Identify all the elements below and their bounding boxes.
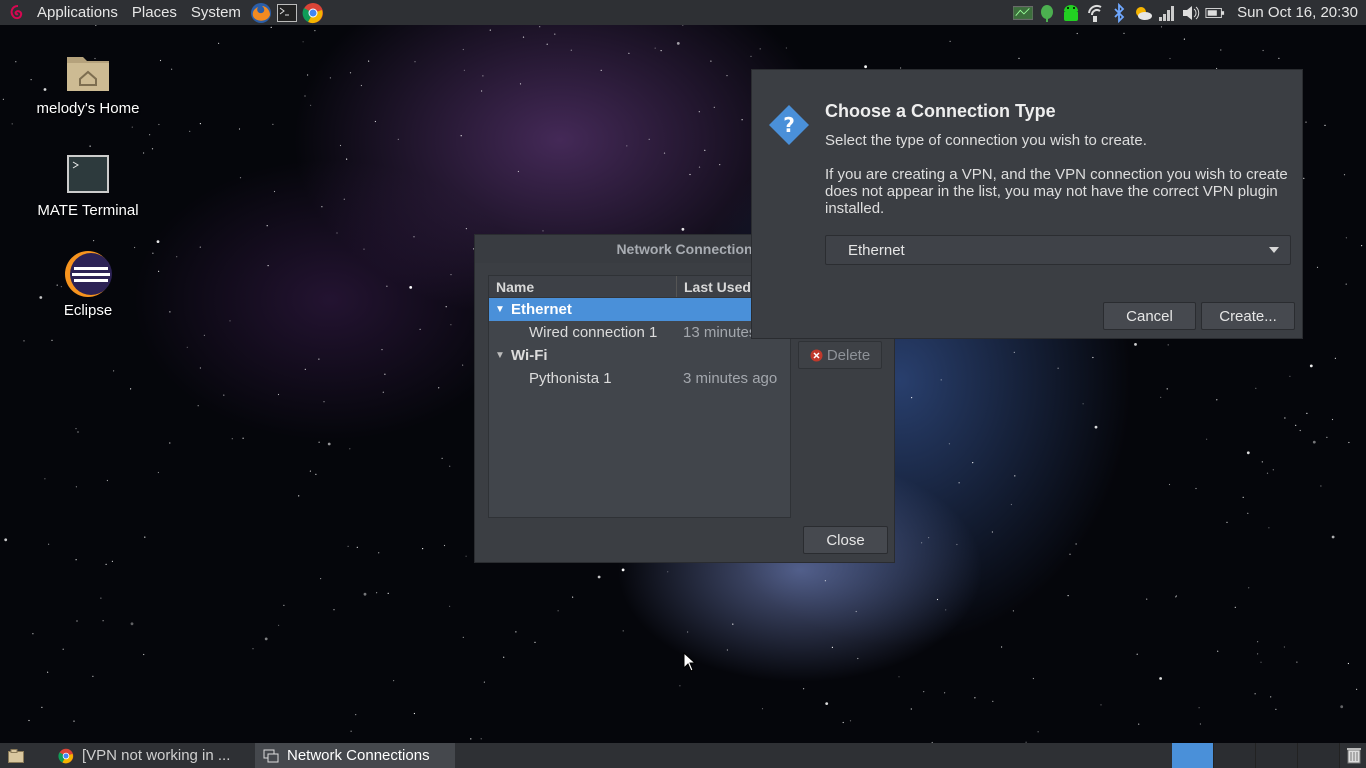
firefox-icon[interactable] bbox=[250, 2, 272, 24]
svg-text:?: ? bbox=[783, 113, 795, 137]
desktop-icon-home-label: melody's Home bbox=[36, 100, 140, 117]
desktop-icon-eclipse-label: Eclipse bbox=[63, 302, 113, 319]
group-label: Ethernet bbox=[511, 301, 572, 318]
dialog-line-1: Select the type of connection you wish t… bbox=[825, 132, 1147, 149]
connection-row[interactable]: Wired connection 1 13 minutes bbox=[489, 321, 790, 344]
bluetooth-icon[interactable] bbox=[1109, 2, 1129, 23]
applications-menu[interactable]: Applications bbox=[30, 0, 125, 25]
trash-icon[interactable] bbox=[1346, 747, 1362, 764]
bottom-panel: [VPN not working in ... Network Connecti… bbox=[0, 743, 1366, 768]
group-label: Wi-Fi bbox=[511, 347, 548, 364]
cancel-button[interactable]: Cancel bbox=[1103, 302, 1196, 330]
workspace-switcher[interactable] bbox=[1172, 743, 1364, 768]
taskbar-item-network-connections[interactable]: Network Connections bbox=[255, 743, 455, 768]
terminal-icon[interactable] bbox=[276, 2, 298, 24]
network-icon bbox=[263, 749, 279, 762]
choose-connection-dialog: ? Choose a Connection Type Select the ty… bbox=[751, 69, 1303, 339]
connection-row[interactable]: Pythonista 1 3 minutes ago bbox=[489, 367, 790, 390]
delete-icon bbox=[810, 349, 823, 361]
debian-swirl-icon[interactable] bbox=[8, 4, 26, 22]
list-header: Name Last Used bbox=[489, 276, 790, 298]
show-desktop-icon bbox=[8, 748, 24, 763]
places-menu[interactable]: Places bbox=[125, 0, 184, 25]
workspace-3[interactable] bbox=[1256, 743, 1298, 768]
dialog-title: Choose a Connection Type bbox=[825, 101, 1056, 121]
volume-icon[interactable] bbox=[1181, 3, 1201, 23]
chevron-down-icon bbox=[1269, 247, 1279, 253]
expander-icon[interactable]: ▼ bbox=[489, 350, 511, 361]
delete-label: Delete bbox=[826, 346, 871, 364]
group-row-wifi[interactable]: ▼ Wi-Fi bbox=[489, 344, 790, 367]
desktop-icon-terminal[interactable]: MATE Terminal bbox=[23, 150, 153, 219]
group-row-ethernet[interactable]: ▼ Ethernet bbox=[489, 298, 790, 321]
connections-list[interactable]: Name Last Used ▼ Ethernet Wired connecti… bbox=[488, 275, 791, 518]
terminal-app-icon bbox=[64, 150, 112, 198]
column-header-last-used[interactable]: Last Used bbox=[677, 276, 751, 297]
top-panel: Applications Places System Sun Oct 16, 2… bbox=[0, 0, 1366, 25]
eclipse-icon bbox=[64, 250, 112, 298]
battery-icon[interactable] bbox=[1205, 3, 1225, 23]
expander-icon[interactable]: ▼ bbox=[489, 304, 511, 315]
selected-connection-type: Ethernet bbox=[848, 241, 905, 259]
taskbar-item-chrome[interactable]: [VPN not working in ... bbox=[50, 743, 255, 768]
android-icon[interactable] bbox=[1061, 3, 1081, 23]
connection-last-used: 3 minutes ago bbox=[683, 370, 778, 387]
workspace-1[interactable] bbox=[1172, 743, 1214, 768]
connection-name: Pythonista 1 bbox=[529, 370, 612, 387]
system-menu[interactable]: System bbox=[184, 0, 248, 25]
question-icon: ? bbox=[769, 105, 809, 145]
signal-bars-icon[interactable] bbox=[1157, 3, 1177, 23]
taskbar-item-label: [VPN not working in ... bbox=[82, 747, 231, 764]
chrome-icon bbox=[58, 748, 74, 763]
close-button[interactable]: Close bbox=[803, 526, 888, 554]
wifi-tray-icon[interactable] bbox=[1085, 3, 1105, 23]
clock[interactable]: Sun Oct 16, 20:30 bbox=[1237, 4, 1358, 21]
show-desktop-button[interactable] bbox=[0, 743, 50, 768]
mouse-cursor-icon bbox=[683, 652, 697, 672]
green-leaf-icon[interactable] bbox=[1037, 3, 1057, 23]
dialog-line-2: If you are creating a VPN, and the VPN c… bbox=[825, 166, 1288, 217]
weather-icon[interactable] bbox=[1133, 3, 1153, 23]
connection-name: Wired connection 1 bbox=[529, 324, 658, 341]
column-header-name[interactable]: Name bbox=[489, 276, 677, 297]
desktop-icon-home[interactable]: melody's Home bbox=[23, 48, 153, 117]
workspace-2[interactable] bbox=[1214, 743, 1256, 768]
taskbar-item-label: Network Connections bbox=[287, 747, 430, 764]
network-monitor-icon[interactable] bbox=[1013, 3, 1034, 23]
system-tray: Sun Oct 16, 20:30 bbox=[1011, 0, 1366, 25]
desktop-icon-terminal-label: MATE Terminal bbox=[37, 202, 139, 219]
create-button[interactable]: Create... bbox=[1201, 302, 1295, 330]
chrome-icon[interactable] bbox=[302, 2, 324, 24]
home-folder-icon bbox=[64, 48, 112, 96]
connection-type-select[interactable]: Ethernet bbox=[825, 235, 1291, 265]
delete-button[interactable]: Delete bbox=[798, 341, 882, 369]
desktop-icon-eclipse[interactable]: Eclipse bbox=[23, 250, 153, 319]
dialog-message: Select the type of connection you wish t… bbox=[825, 132, 1295, 234]
workspace-4[interactable] bbox=[1298, 743, 1340, 768]
connection-last-used: 13 minutes bbox=[683, 324, 757, 341]
